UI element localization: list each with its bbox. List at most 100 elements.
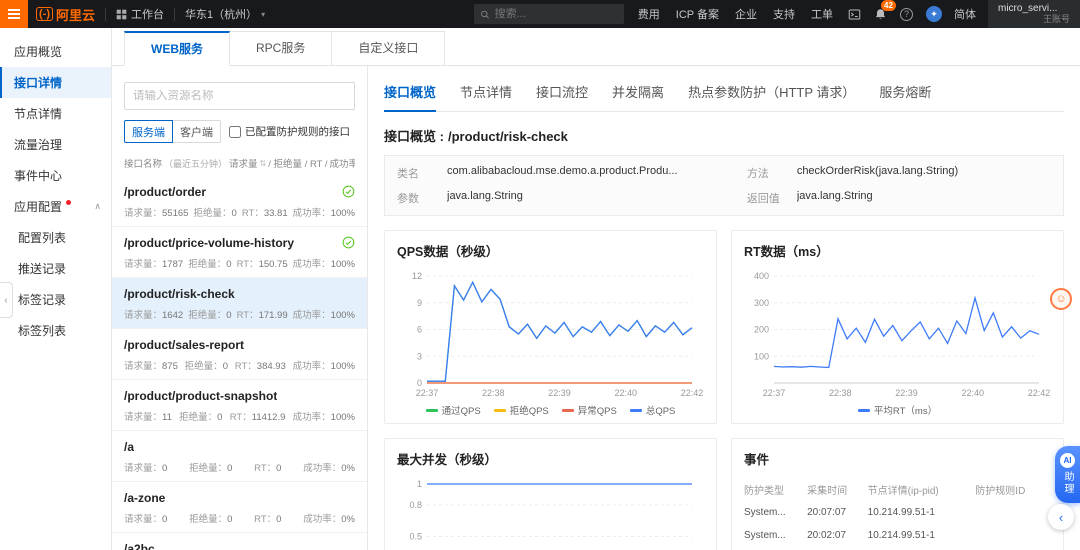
sidebar-item-label: 节点详情 [14,107,63,121]
apps-menu-button[interactable] [0,0,28,28]
sidebar-item[interactable]: 应用配置 ∧ [0,191,111,222]
sidebar-collapse-handle[interactable]: ‹ [0,282,13,318]
legend-item[interactable]: 通过QPS [425,403,481,417]
resource-search[interactable] [124,82,355,110]
sidebar-item-label: 推送记录 [18,262,67,276]
topbar-link[interactable]: 费用 [638,6,660,22]
detail-tabs: 接口概览 节点详情 接口流控 并发隔离 热点参数防护（HTTP 请求） 服务熔断 [384,82,1064,112]
event-cell: 20:02:07 [807,530,847,541]
chevron-left-icon: ‹ [1058,509,1064,525]
stat-rt: RT：150.75 [236,259,288,270]
events-col-header: 节点详情(ip-pid) [867,486,939,497]
global-search-input[interactable] [494,8,618,20]
content: 服务端客户端 已配置防护规则的接口 接口名称 （最近五分钟） 请求量 ⇅ / 拒… [112,66,1080,550]
main-area: WEB服务RPC服务自定义接口 服务端客户端 已配置防护规则的接口 接口名称 （… [112,28,1080,550]
sidebar-item[interactable]: 节点详情 [0,98,111,129]
region-selector[interactable]: 华东1（杭州） ▾ [175,0,275,28]
chevron-down-icon: ▾ [261,9,266,19]
client-side-toggle[interactable]: 客户端 [173,120,221,143]
legend-label: 拒绝QPS [509,406,549,417]
promo-float-icon[interactable]: ☺ [1050,288,1072,310]
stat-requests: 请求量：1642 [124,310,184,321]
detail-tab[interactable]: 热点参数防护（HTTP 请求） [688,82,855,111]
sidebar-item[interactable]: 流量治理 [0,129,111,160]
notification-bell-icon[interactable]: 42 [874,0,896,21]
sidebar-item[interactable]: 事件中心 [0,160,111,191]
account-menu[interactable]: micro_servi... 王账号 [988,0,1080,28]
server-side-toggle[interactable]: 服务端 [124,120,173,143]
list-item[interactable]: /product/order 请求量：55165 拒绝量：0 RT：33.81 成功率：… [112,176,367,227]
svg-text:22:40: 22:40 [961,388,984,398]
events-card: 事件 防护类型 采集时间 节点详情(ip-pid) 防护规则ID System... 20… [731,438,1064,550]
topbar-link[interactable]: 支持 [773,6,795,22]
info-field: 参数 java.lang.String [397,190,747,206]
sidebar-item[interactable]: 标签记录 [0,284,111,315]
events-col-header: 防护类型 [744,486,784,497]
list-item-stats: 请求量：55165 拒绝量：0 RT：33.81 成功率：100% [124,205,355,219]
detail-tab[interactable]: 接口流控 [536,82,588,111]
stat-success: 成功率：100% [292,310,355,321]
workbench-link[interactable]: 工作台 [106,0,174,28]
detail-tab[interactable]: 服务熔断 [879,82,931,111]
chevron-up-icon: ∧ [94,201,101,211]
topbar-link[interactable]: 企业 [735,6,757,22]
protected-filter[interactable]: 已配置防护规则的接口 [229,124,350,139]
stat-success: 成功率：0% [303,463,355,474]
list-item-row: /a-zone [124,490,355,505]
collapse-panel-button[interactable]: ‹ [1048,504,1074,530]
list-item[interactable]: /product/product-snapshot 请求量：11 拒绝量：0 RT：1… [112,380,367,431]
legend-item[interactable]: 平均RT（ms） [857,403,937,417]
stat-success: 成功率：100% [292,412,355,423]
sidebar-item[interactable]: 接口详情 [0,67,111,98]
list-item[interactable]: /product/risk-check 请求量：1642 拒绝量：0 RT：171.9… [112,278,367,329]
list-item[interactable]: /product/price-volume-history 请求量：1787 拒绝量… [112,227,367,278]
aliyun-logo[interactable]: (-) 阿里云 [36,5,95,24]
service-tab[interactable]: 自定义接口 [331,31,446,66]
topbar-link[interactable]: 工单 [811,6,833,22]
sidebar-item[interactable]: 推送记录 [0,253,111,284]
sidebar-item[interactable]: 配置列表 [0,222,111,253]
detail-tab[interactable]: 并发隔离 [612,82,664,111]
language-switch[interactable]: 简体 [954,6,976,22]
col-requests: 请求量 [229,159,258,170]
topbar-link[interactable]: ICP 备案 [676,6,719,22]
info-field: 方法 checkOrderRisk(java.lang.String) [747,165,1051,181]
protected-check-icon [342,185,355,198]
svg-text:400: 400 [754,271,769,281]
detail-tab[interactable]: 接口概览 [384,82,437,112]
resource-search-input[interactable] [133,90,346,102]
stat-rejects: 拒绝量：0 [193,208,237,219]
service-tab[interactable]: RPC服务 [229,31,333,66]
global-search[interactable] [473,4,624,24]
sidebar-item[interactable]: 应用概览 [0,36,111,67]
legend-item[interactable]: 拒绝QPS [493,403,549,417]
list-item[interactable]: /product/sales-report 请求量：875 拒绝量：0 RT：384.… [112,329,367,380]
protected-filter-checkbox[interactable] [229,125,241,138]
interface-detail-panel: 接口概览 节点详情 接口流控 并发隔离 热点参数防护（HTTP 请求） 服务熔断 接口概览… [368,66,1080,550]
help-icon[interactable]: ? [900,7,913,21]
list-item-row: /product/price-volume-history [124,235,355,250]
list-item[interactable]: /a2bc请求量：0拒绝量：0RT：0成功率：0% [112,533,367,550]
event-cell [975,501,1051,524]
detail-tab[interactable]: 节点详情 [460,82,512,111]
side-toggle-group: 服务端 客户端 [124,120,221,143]
svg-text:200: 200 [754,325,769,335]
list-item[interactable]: /a-zone 请求量：0 拒绝量：0 RT：0 成功率：0% [112,482,367,533]
service-tab[interactable]: WEB服务 [124,31,230,66]
console-icon[interactable] [848,8,861,21]
list-item-stats: 请求量：1787 拒绝量：0 RT：150.75 成功率：100% [124,256,355,270]
legend-item[interactable]: 总QPS [629,403,675,417]
qps-chart-legend: 通过QPS 拒绝QPS 异常QPS 总QPS [397,403,704,417]
legend-item[interactable]: 异常QPS [561,403,617,417]
chart-title: 最大并发（秒级） [397,453,498,467]
ai-icon: AI [1060,453,1075,468]
user-avatar[interactable]: ✦ [926,6,942,22]
notification-badge: 42 [881,0,896,11]
sidebar-item[interactable]: 标签列表 [0,315,111,346]
svg-text:22:38: 22:38 [482,388,505,398]
list-item[interactable]: /a 请求量：0 拒绝量：0 RT：0 成功率：0% [112,431,367,482]
ai-assistant-button[interactable]: AI 助理 [1055,446,1080,503]
sort-icon[interactable]: ⇅ [260,159,267,168]
question-mark-icon: ? [900,7,913,21]
detail-title: 接口概览 :/product/risk-check [384,126,1064,145]
